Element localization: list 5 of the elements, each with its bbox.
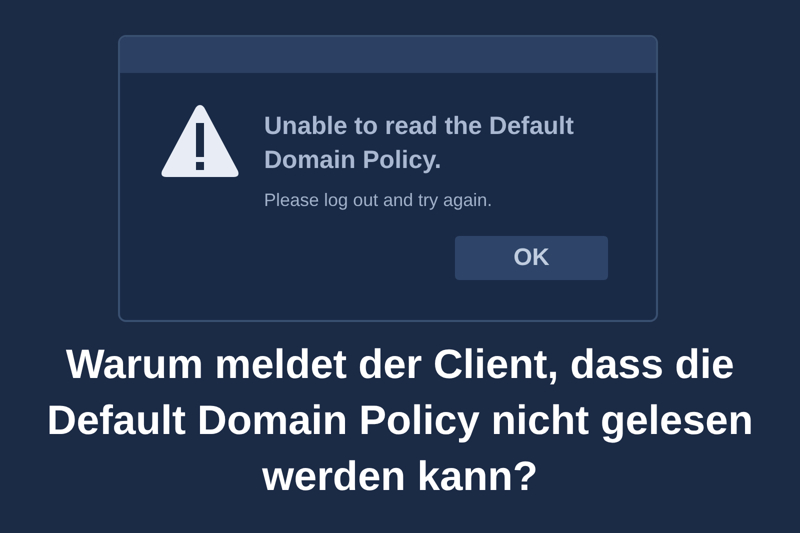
- dialog-heading: Unable to read the Default Domain Policy.: [264, 111, 575, 176]
- ok-button[interactable]: OK: [455, 236, 608, 280]
- dialog-message: Please log out and try again.: [264, 189, 494, 212]
- caption-text: Warum meldet der Client, dass die Default Domain Policy nicht gelesen werden kann?: [46, 340, 754, 501]
- warning-icon: [160, 103, 240, 179]
